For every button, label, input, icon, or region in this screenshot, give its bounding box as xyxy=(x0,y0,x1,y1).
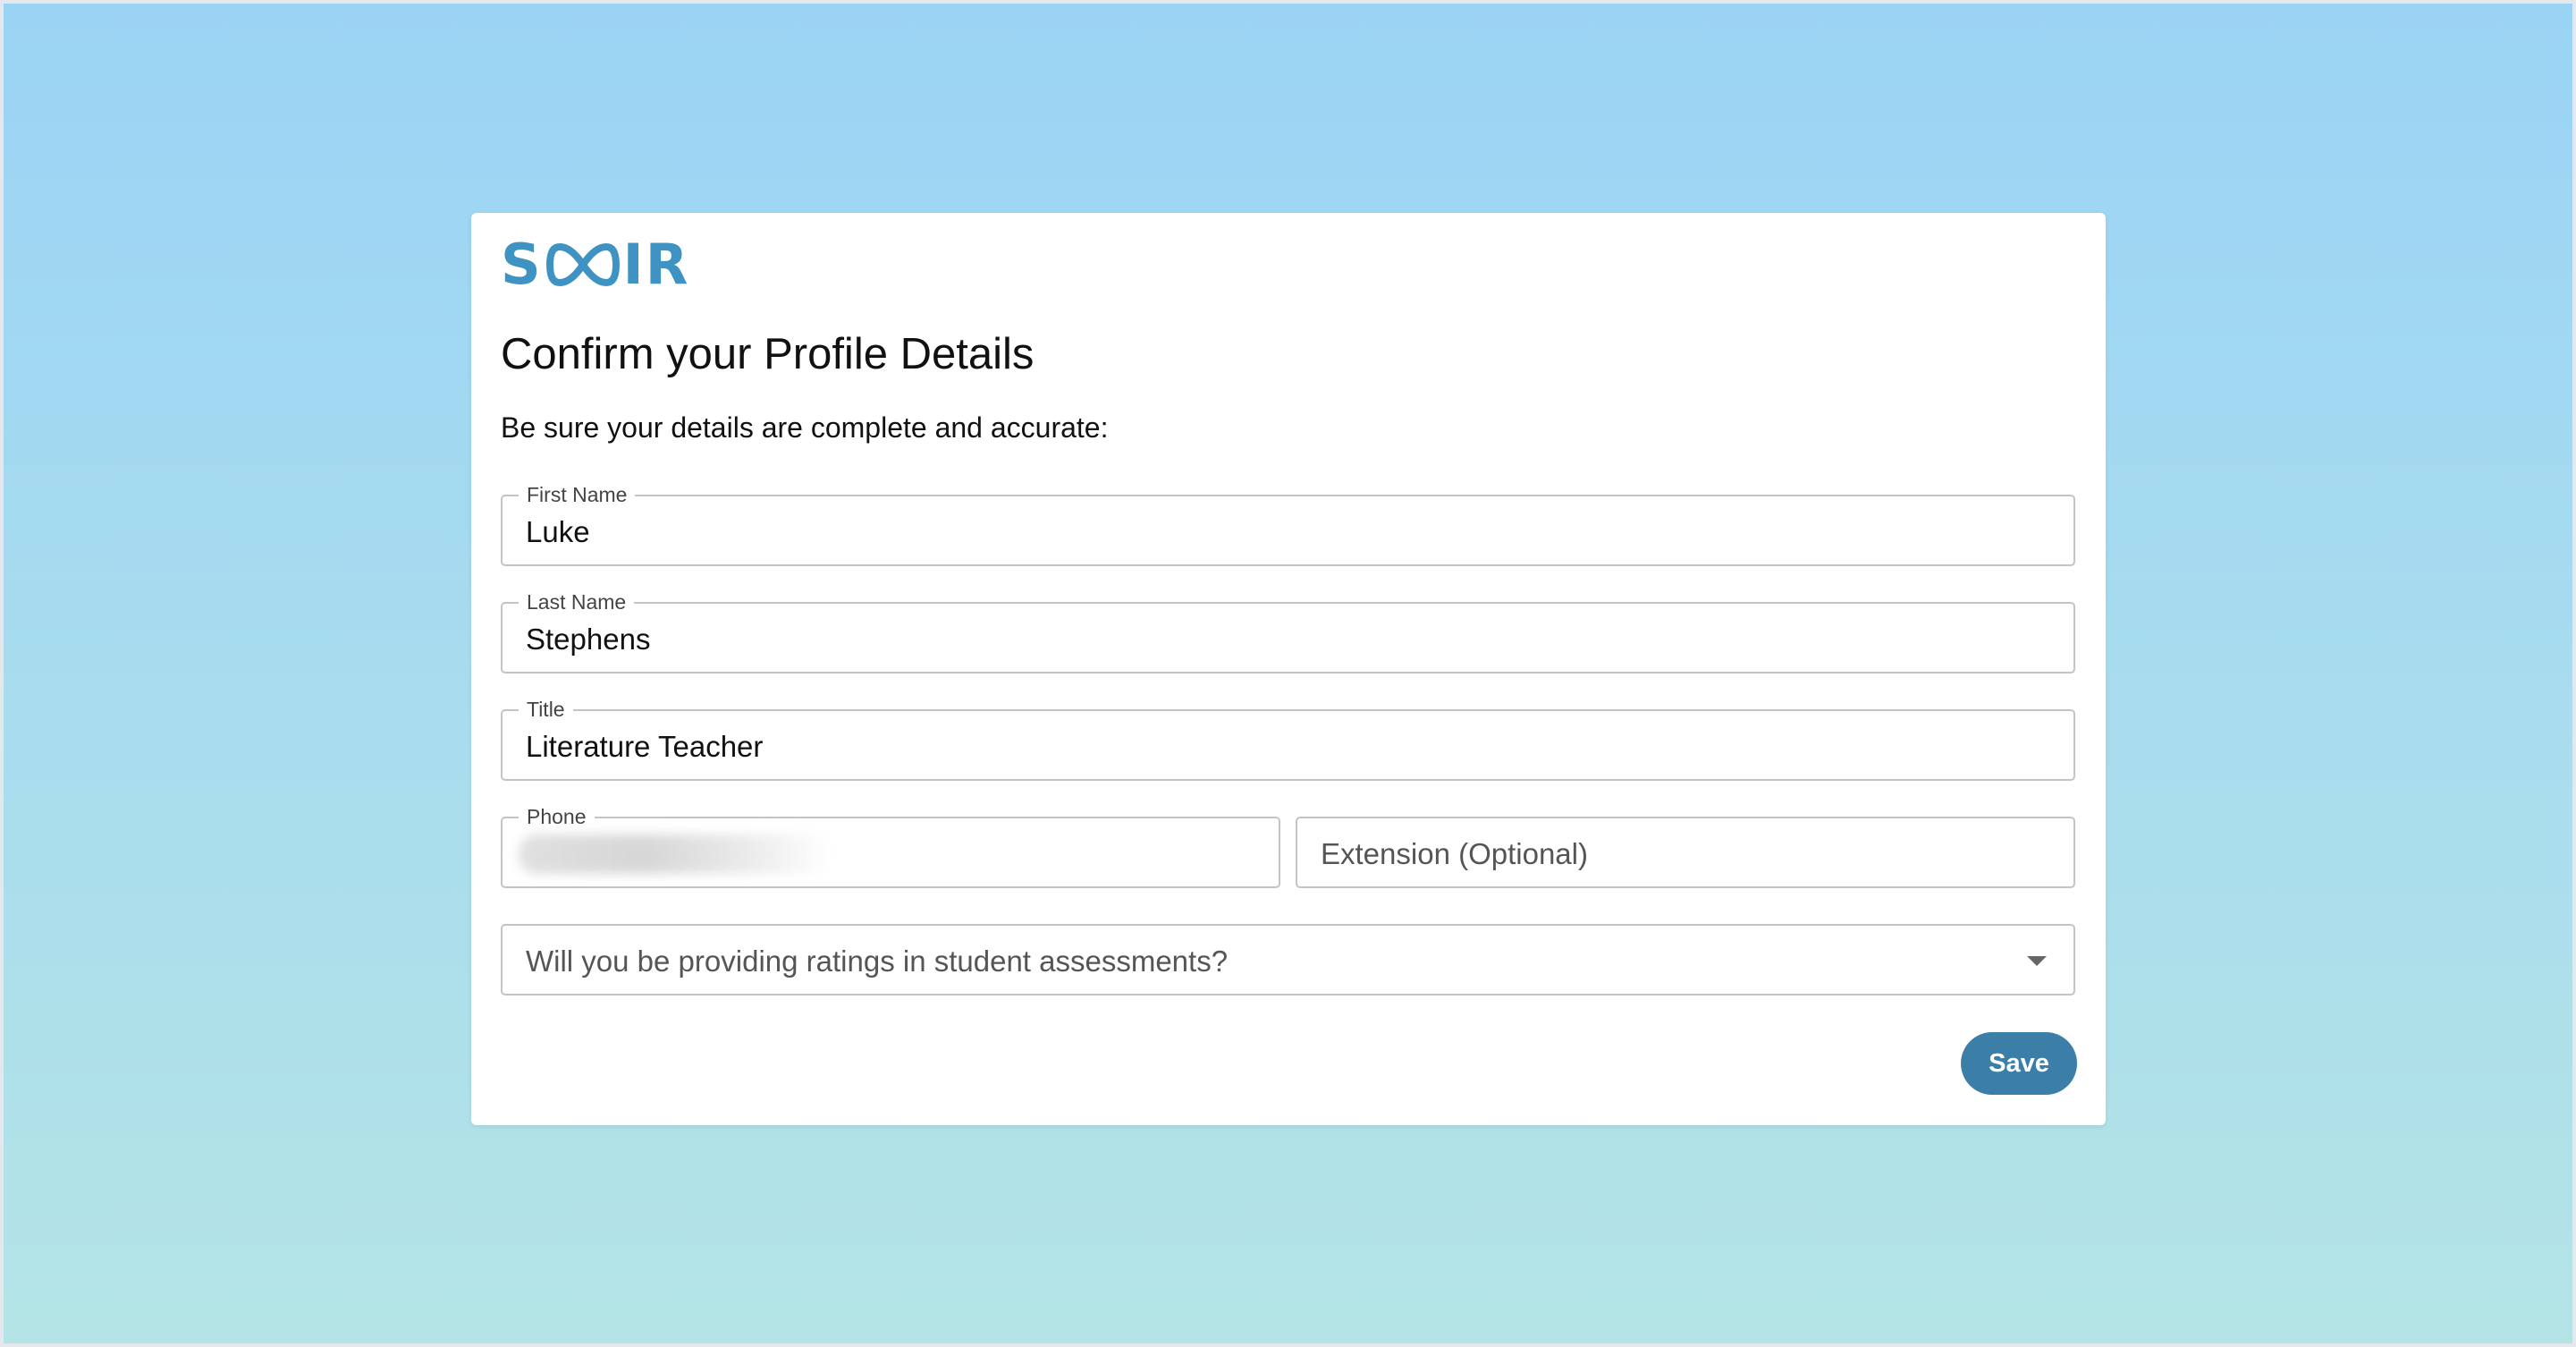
extension-field[interactable]: Extension (Optional) xyxy=(1296,817,2075,888)
phone-field[interactable]: Phone xyxy=(501,805,1280,888)
logo-text-right: IR xyxy=(622,232,690,297)
ratings-select[interactable]: Will you be providing ratings in student… xyxy=(501,924,2075,995)
logo-infinity-icon xyxy=(545,242,620,287)
last-name-label: Last Name xyxy=(519,590,635,614)
scoir-logo: S IR xyxy=(501,232,690,297)
first-name-field[interactable]: First Name Luke xyxy=(501,483,2075,566)
last-name-value[interactable]: Stephens xyxy=(526,622,650,657)
page-title: Confirm your Profile Details xyxy=(501,330,1035,378)
title-field[interactable]: Title Literature Teacher xyxy=(501,698,2075,781)
title-value[interactable]: Literature Teacher xyxy=(526,729,763,765)
ratings-select-placeholder[interactable]: Will you be providing ratings in student… xyxy=(526,944,1228,979)
profile-details-card: S IR Confirm your Profile Details Be sur… xyxy=(471,213,2106,1125)
extension-placeholder[interactable]: Extension (Optional) xyxy=(1321,836,1588,872)
save-button[interactable]: Save xyxy=(1961,1032,2077,1095)
page-subtitle: Be sure your details are complete and ac… xyxy=(501,411,1109,444)
first-name-label: First Name xyxy=(519,483,636,506)
phone-value-redacted xyxy=(519,834,832,874)
phone-label: Phone xyxy=(519,805,595,828)
first-name-value[interactable]: Luke xyxy=(526,514,590,550)
logo-text-left: S xyxy=(501,232,543,297)
title-label: Title xyxy=(519,698,573,721)
last-name-field[interactable]: Last Name Stephens xyxy=(501,590,2075,674)
chevron-down-icon[interactable] xyxy=(2027,956,2047,966)
